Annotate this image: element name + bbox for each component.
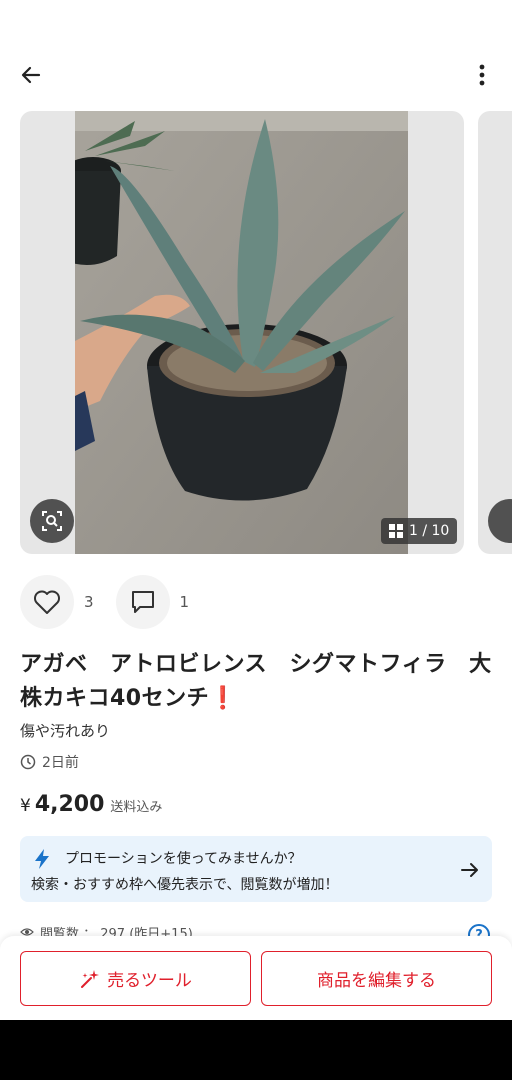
carousel-slide-next[interactable] <box>478 111 512 554</box>
posted-time-text: 2日前 <box>42 755 79 771</box>
item-title-text: アガベ アトロビレンス シグマトフィラ 大株カキコ40センチ <box>20 652 492 711</box>
carousel-slide-current[interactable]: 1 / 10 <box>20 111 464 554</box>
exclamation-mark: ❗ <box>209 686 238 711</box>
product-photo[interactable] <box>75 111 408 554</box>
edit-item-label: 商品を編集する <box>317 971 436 991</box>
next-slide-zoom-button[interactable] <box>488 499 512 543</box>
item-price: 4,200 <box>34 792 105 817</box>
bottom-action-bar: 売るツール 商品を編集する <box>0 936 512 1020</box>
grid-icon <box>389 524 403 538</box>
posted-time: 2日前 <box>20 752 79 772</box>
like-button[interactable] <box>20 575 74 629</box>
image-counter-text: 1 / 10 <box>409 523 450 539</box>
lightning-icon <box>35 849 49 869</box>
item-title: アガベ アトロビレンス シグマトフィラ 大株カキコ40センチ❗ <box>20 648 496 716</box>
promotion-title: プロモーションを使ってみませんか？ <box>65 851 302 867</box>
comment-icon <box>131 591 154 613</box>
top-bar <box>0 48 512 104</box>
promotion-description: 検索・おすすめ枠へ優先表示で、閲覧数が増加！ <box>31 877 339 893</box>
image-counter[interactable]: 1 / 10 <box>381 518 458 544</box>
image-search-icon <box>42 511 62 531</box>
comment-count: 1 <box>179 593 190 611</box>
item-condition: 傷や汚れあり <box>20 722 111 740</box>
clock-icon <box>20 754 36 770</box>
more-options-button[interactable] <box>468 58 496 92</box>
more-vertical-icon <box>479 64 485 86</box>
zoom-button[interactable] <box>30 499 74 543</box>
shipping-info: 送料込み <box>110 800 163 815</box>
promotion-banner[interactable]: プロモーションを使ってみませんか？ 検索・おすすめ枠へ優先表示で、閲覧数が増加！ <box>20 836 492 902</box>
currency-symbol: ¥ <box>20 796 31 816</box>
system-navigation-bar <box>0 1020 512 1080</box>
edit-item-button[interactable]: 商品を編集する <box>261 951 492 1006</box>
arrow-right-icon <box>461 863 478 877</box>
sell-tool-label: 売るツール <box>107 971 192 991</box>
comment-button[interactable] <box>115 575 170 629</box>
sell-tool-button[interactable]: 売るツール <box>20 951 251 1006</box>
sparkle-icon <box>81 969 100 988</box>
price-row: ¥ 4,200 送料込み <box>20 792 162 817</box>
arrow-left-icon <box>21 66 41 84</box>
back-button[interactable] <box>14 58 48 92</box>
heart-icon <box>34 590 60 614</box>
image-carousel[interactable]: 1 / 10 <box>20 111 512 554</box>
engagement-row: 3 1 <box>20 574 211 630</box>
like-count: 3 <box>84 593 94 611</box>
